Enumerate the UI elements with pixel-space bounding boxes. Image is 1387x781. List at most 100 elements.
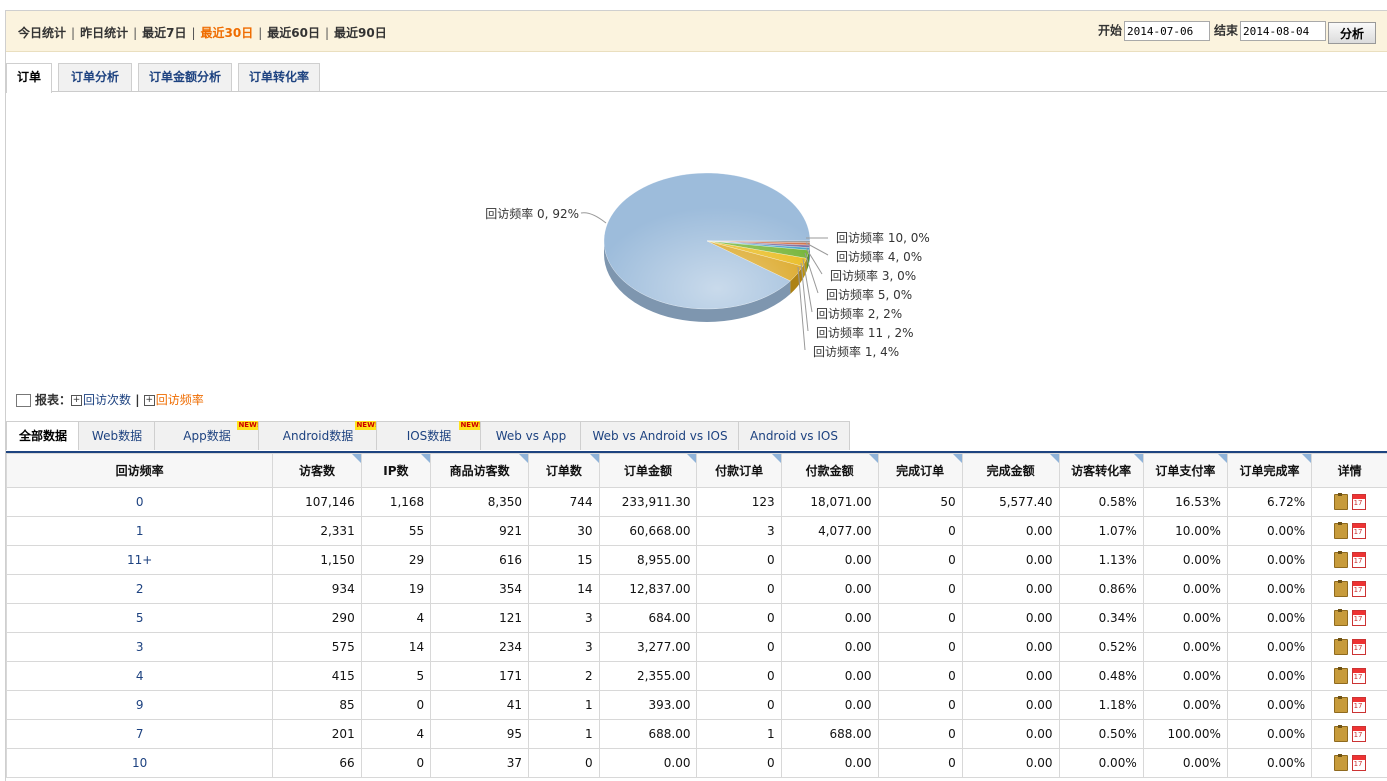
clipboard-icon[interactable] [1334, 726, 1348, 742]
clipboard-icon[interactable] [1334, 552, 1348, 568]
sort-corner-icon[interactable] [421, 454, 430, 463]
calendar-icon[interactable] [1352, 494, 1366, 510]
chart-tab[interactable]: 订单金额分析 [138, 63, 232, 91]
frequency-cell[interactable]: 10 [7, 749, 273, 778]
data-tab-label: Android数据 [283, 429, 353, 443]
range-link[interactable]: 昨日统计 [80, 26, 128, 40]
detail-cell [1312, 662, 1387, 691]
frequency-cell[interactable]: 9 [7, 691, 273, 720]
table-cell: 415 [273, 662, 361, 691]
data-tab[interactable]: Web数据 [78, 421, 156, 450]
column-header[interactable]: IP数 [361, 454, 430, 488]
data-tab[interactable]: Android数据NEW! [258, 421, 378, 450]
sort-corner-icon[interactable] [1050, 454, 1059, 463]
frequency-cell[interactable]: 0 [7, 488, 273, 517]
column-header[interactable]: 完成金额 [962, 454, 1059, 488]
calendar-icon[interactable] [1352, 610, 1366, 626]
report-link-visits[interactable]: 回访次数 [83, 393, 131, 407]
chart-tab[interactable]: 订单 [6, 63, 52, 93]
clipboard-icon[interactable] [1334, 581, 1348, 597]
column-header[interactable]: 访客数 [273, 454, 361, 488]
range-link[interactable]: 最近90日 [334, 26, 387, 40]
pie-label: 回访频率 3, 0% [830, 268, 916, 283]
frequency-cell[interactable]: 11+ [7, 546, 273, 575]
data-tab[interactable]: 全部数据 [6, 421, 80, 450]
frequency-cell[interactable]: 7 [7, 720, 273, 749]
column-header[interactable]: 访客转化率 [1059, 454, 1143, 488]
chart-tab[interactable]: 订单转化率 [238, 63, 320, 91]
column-header[interactable]: 商品访客数 [431, 454, 529, 488]
data-tab[interactable]: IOS数据NEW! [376, 421, 482, 450]
calendar-icon[interactable] [1352, 581, 1366, 597]
column-header[interactable]: 订单数 [529, 454, 600, 488]
frequency-cell[interactable]: 5 [7, 604, 273, 633]
sort-corner-icon[interactable] [869, 454, 878, 463]
frequency-cell[interactable]: 3 [7, 633, 273, 662]
calendar-icon[interactable] [1352, 755, 1366, 771]
column-header[interactable]: 回访频率 [7, 454, 273, 488]
sort-corner-icon[interactable] [953, 454, 962, 463]
start-date-input[interactable] [1124, 21, 1210, 41]
data-tab[interactable]: App数据NEW! [154, 421, 260, 450]
sort-corner-icon[interactable] [772, 454, 781, 463]
range-link[interactable]: 最近30日 [201, 26, 254, 40]
column-header[interactable]: 订单完成率 [1227, 454, 1311, 488]
table-cell: 18,071.00 [781, 488, 878, 517]
column-header[interactable]: 付款订单 [697, 454, 781, 488]
data-tab[interactable]: Android vs IOS [738, 421, 850, 450]
analyze-button[interactable]: 分析 [1328, 22, 1376, 44]
column-header[interactable]: 订单金额 [599, 454, 697, 488]
sort-corner-icon[interactable] [1302, 454, 1311, 463]
calendar-icon[interactable] [1352, 697, 1366, 713]
table-cell: 2 [529, 662, 600, 691]
data-tab[interactable]: Web vs Android vs IOS [580, 421, 740, 450]
sort-corner-icon[interactable] [1218, 454, 1227, 463]
calendar-icon[interactable] [1352, 639, 1366, 655]
sort-corner-icon[interactable] [352, 454, 361, 463]
clipboard-icon[interactable] [1334, 697, 1348, 713]
table-cell: 0.34% [1059, 604, 1143, 633]
frequency-cell[interactable]: 2 [7, 575, 273, 604]
table-cell: 1 [529, 691, 600, 720]
column-header[interactable]: 订单支付率 [1143, 454, 1227, 488]
column-header-label: 付款订单 [715, 464, 763, 478]
pie-label: 回访频率 1, 4% [813, 344, 899, 359]
column-header-label: 付款金额 [806, 464, 854, 478]
clipboard-icon[interactable] [1334, 668, 1348, 684]
calendar-icon[interactable] [1352, 552, 1366, 568]
sort-corner-icon[interactable] [1134, 454, 1143, 463]
column-header[interactable]: 完成订单 [878, 454, 962, 488]
clipboard-icon[interactable] [1334, 494, 1348, 510]
clipboard-icon[interactable] [1334, 610, 1348, 626]
range-separator: | [325, 26, 329, 40]
table-cell: 0 [361, 749, 430, 778]
range-link[interactable]: 最近60日 [267, 26, 320, 40]
table-cell: 1,150 [273, 546, 361, 575]
data-tab[interactable]: Web vs App [480, 421, 582, 450]
calendar-icon[interactable] [1352, 668, 1366, 684]
range-separator: | [258, 26, 262, 40]
column-header-label: 订单完成率 [1240, 464, 1300, 478]
table-cell: 575 [273, 633, 361, 662]
sort-corner-icon[interactable] [687, 454, 696, 463]
frequency-cell[interactable]: 4 [7, 662, 273, 691]
table-cell: 8,955.00 [599, 546, 697, 575]
chart-tab[interactable]: 订单分析 [58, 63, 132, 91]
clipboard-icon[interactable] [1334, 639, 1348, 655]
range-link[interactable]: 今日统计 [18, 26, 66, 40]
end-date-input[interactable] [1240, 21, 1326, 41]
table-cell: 921 [431, 517, 529, 546]
frequency-cell[interactable]: 1 [7, 517, 273, 546]
column-header[interactable]: 付款金额 [781, 454, 878, 488]
report-switch: 报表：+回访次数 | +回访频率 [16, 391, 204, 408]
report-link-frequency[interactable]: 回访频率 [156, 393, 204, 407]
sort-corner-icon[interactable] [519, 454, 528, 463]
range-link[interactable]: 最近7日 [142, 26, 186, 40]
calendar-icon[interactable] [1352, 726, 1366, 742]
detail-cell [1312, 517, 1387, 546]
clipboard-icon[interactable] [1334, 523, 1348, 539]
calendar-icon[interactable] [1352, 523, 1366, 539]
column-header[interactable]: 详情 [1312, 454, 1387, 488]
clipboard-icon[interactable] [1334, 755, 1348, 771]
sort-corner-icon[interactable] [590, 454, 599, 463]
